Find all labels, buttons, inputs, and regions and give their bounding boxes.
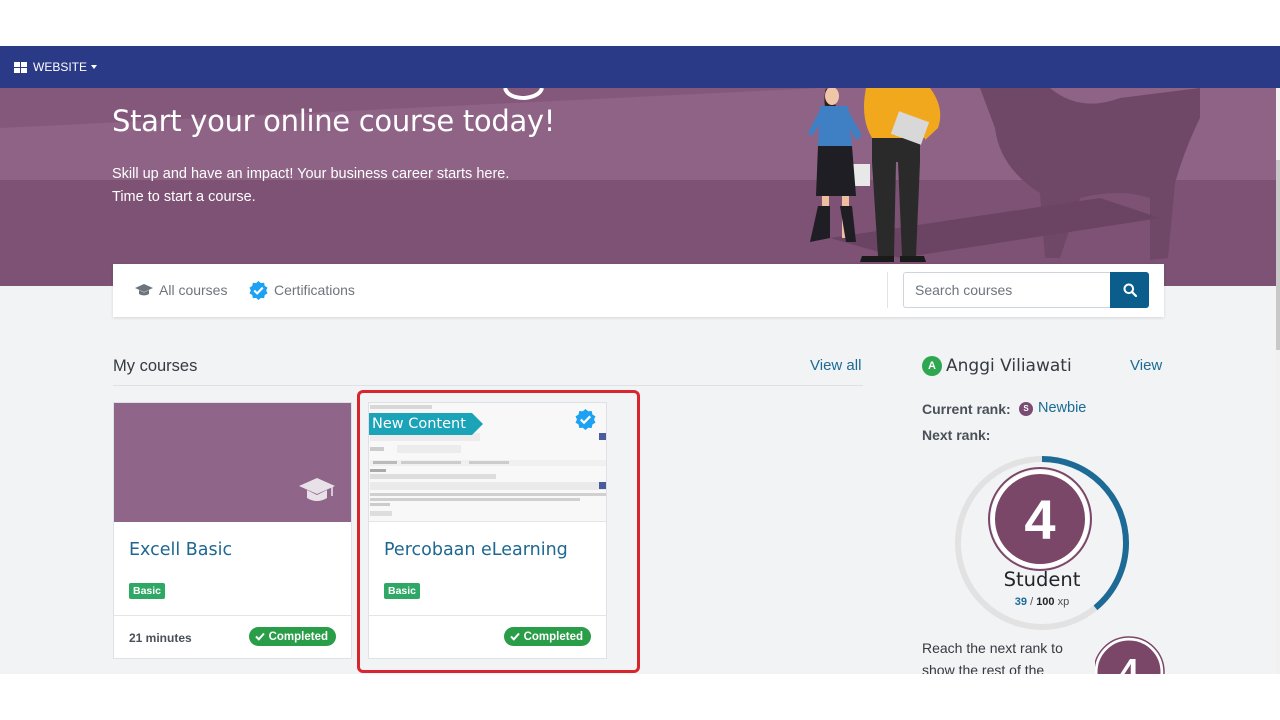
xp-current: 39 — [1014, 596, 1027, 608]
website-menu-button[interactable]: WEBSITE — [14, 59, 98, 75]
completed-badge: Completed — [248, 627, 336, 646]
hero-title: Start your online course today! — [112, 104, 556, 138]
next-rank-label: Next rank: — [922, 427, 991, 443]
svg-text:4: 4 — [1119, 651, 1139, 676]
top-navbar: WEBSITE — [0, 46, 1280, 88]
caret-down-icon — [91, 65, 98, 69]
course-nav-bar: All courses Certifications — [113, 264, 1164, 317]
hero-subtitle-line-1: Skill up and have an impact! Your busine… — [112, 166, 510, 182]
my-courses-heading: My courses — [113, 357, 198, 375]
rank-number: 4 — [1024, 488, 1055, 551]
highlight-annotation — [357, 390, 640, 673]
page-bottom — [0, 674, 1280, 720]
view-all-link[interactable]: View all — [810, 357, 861, 374]
website-menu-label: WEBSITE — [33, 60, 88, 74]
level-badge: Basic — [129, 583, 166, 599]
hero-subtitle: Skill up and have an impact! Your busine… — [112, 163, 509, 209]
nav-divider — [887, 272, 888, 308]
grid-icon — [14, 61, 27, 73]
check-icon — [254, 632, 265, 641]
search-icon — [1123, 283, 1137, 297]
avatar: A — [922, 356, 942, 376]
certifications-link[interactable]: Certifications — [249, 280, 355, 300]
xp-progress-text: 39 / 100 xp — [952, 596, 1132, 608]
course-thumbnail — [114, 403, 351, 522]
rank-badge-icon: S — [1019, 402, 1033, 416]
graduation-cap-icon — [299, 478, 335, 501]
mini-rank-badge: 4 — [1095, 636, 1165, 676]
section-divider — [113, 385, 863, 386]
verified-badge-icon — [249, 280, 268, 300]
profile-name: Anggi Viliawati — [946, 356, 1072, 376]
scrollbar-thumb[interactable] — [1276, 160, 1280, 350]
xp-unit: xp — [1057, 596, 1070, 608]
current-rank-label: Current rank: — [922, 401, 1011, 417]
xp-separator: / — [1030, 596, 1034, 608]
certifications-label: Certifications — [274, 282, 355, 298]
xp-total: 100 — [1036, 596, 1055, 608]
all-courses-link[interactable]: All courses — [135, 281, 227, 299]
next-rank-name: Student — [1003, 568, 1081, 591]
hero-banner: Start your online course today! Skill up… — [0, 88, 1276, 286]
course-title[interactable]: Excell Basic — [129, 540, 232, 560]
completed-label: Completed — [268, 630, 328, 643]
search-button[interactable] — [1110, 272, 1149, 308]
graduation-cap-icon — [135, 284, 153, 296]
course-card-excell-basic[interactable]: Excell Basic Basic 21 minutes Completed — [113, 402, 352, 659]
card-footer-divider — [114, 615, 351, 616]
profile-view-link[interactable]: View — [1130, 357, 1162, 374]
hero-subtitle-line-2: Time to start a course. — [112, 189, 256, 205]
search-courses-input[interactable] — [903, 272, 1110, 308]
current-rank-link[interactable]: Newbie — [1038, 400, 1086, 416]
course-duration: 21 minutes — [129, 631, 192, 645]
all-courses-label: All courses — [159, 282, 228, 298]
